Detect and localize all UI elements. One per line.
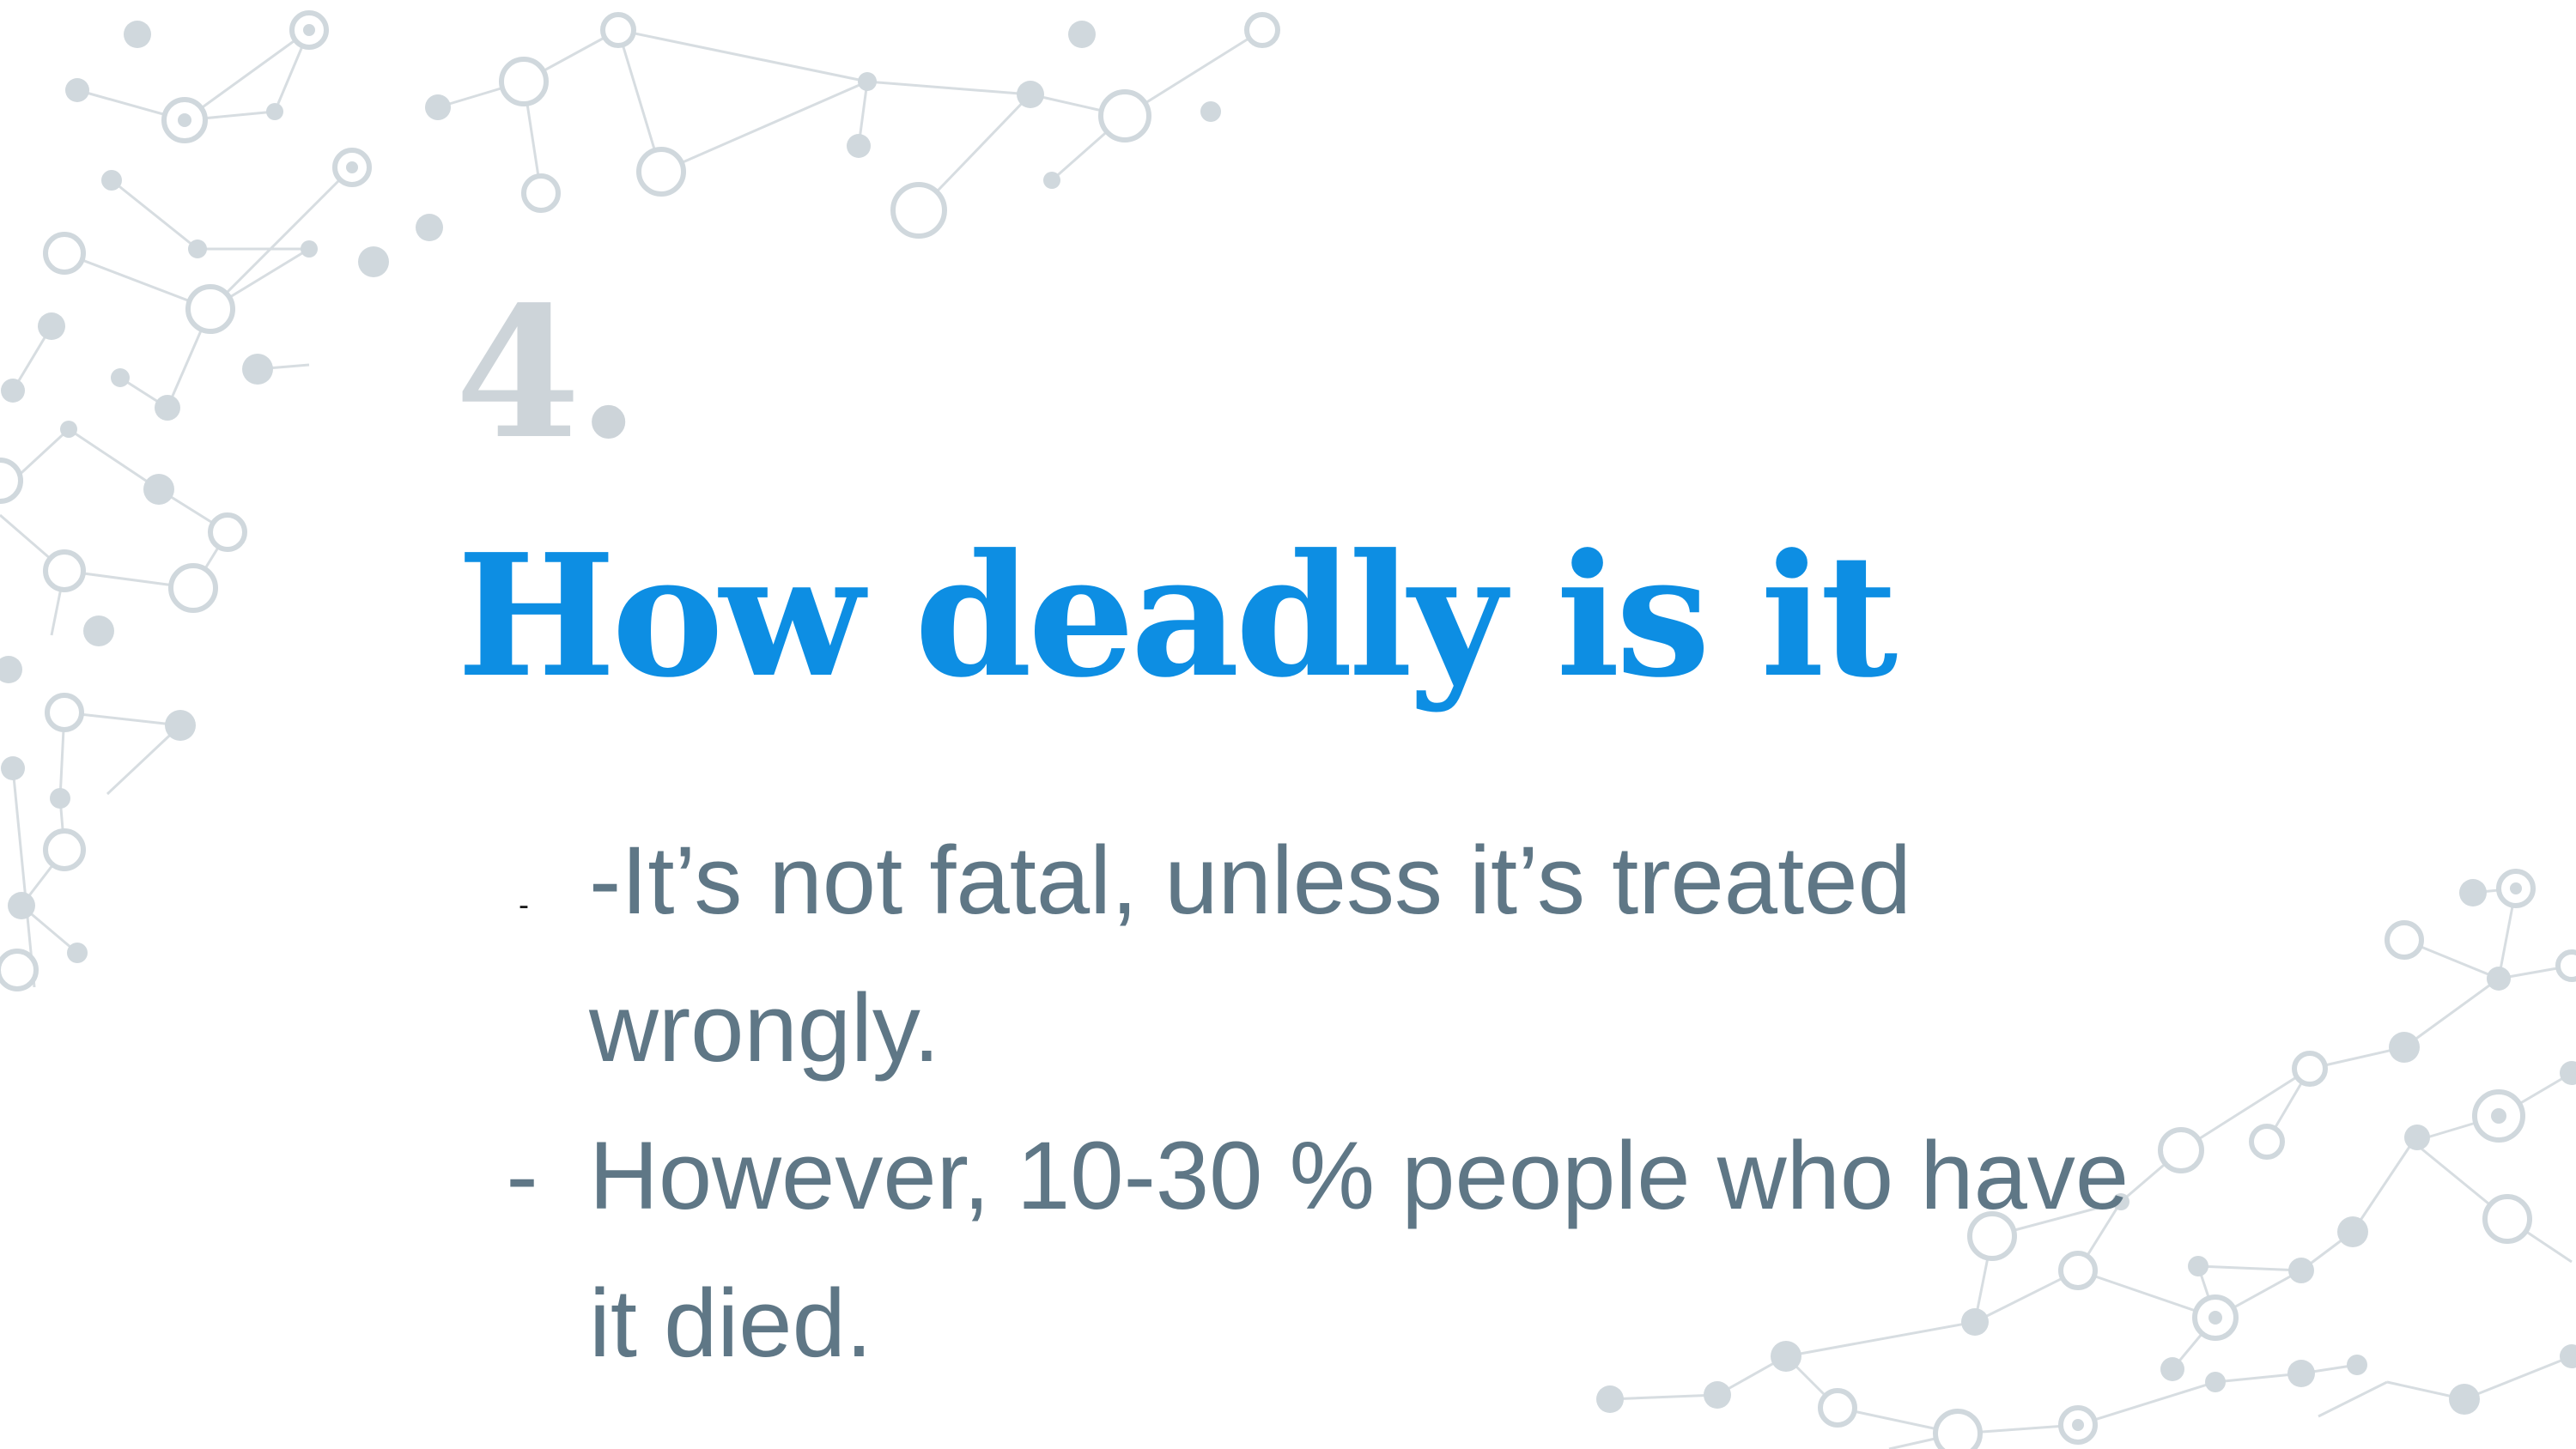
bullet-list: - -It’s not fatal, unless it’s treated w… (481, 807, 2129, 1397)
section-number: 4. (455, 267, 640, 479)
bullet-text: -It’s not fatal, unless it’s treated wro… (589, 827, 1911, 1082)
bullet-text: However, 10-30 % people who have it died… (589, 1122, 2129, 1377)
bullet-item: - -It’s not fatal, unless it’s treated w… (481, 807, 2112, 1102)
bullet-marker: - (519, 887, 529, 922)
bullet-marker: - (506, 1122, 538, 1229)
bullet-item: - However, 10-30 % people who have it di… (481, 1102, 2129, 1397)
slide-title: How deadly is it (457, 518, 1898, 715)
slide: 4. How deadly is it - -It’s not fatal, u… (0, 0, 2576, 1449)
